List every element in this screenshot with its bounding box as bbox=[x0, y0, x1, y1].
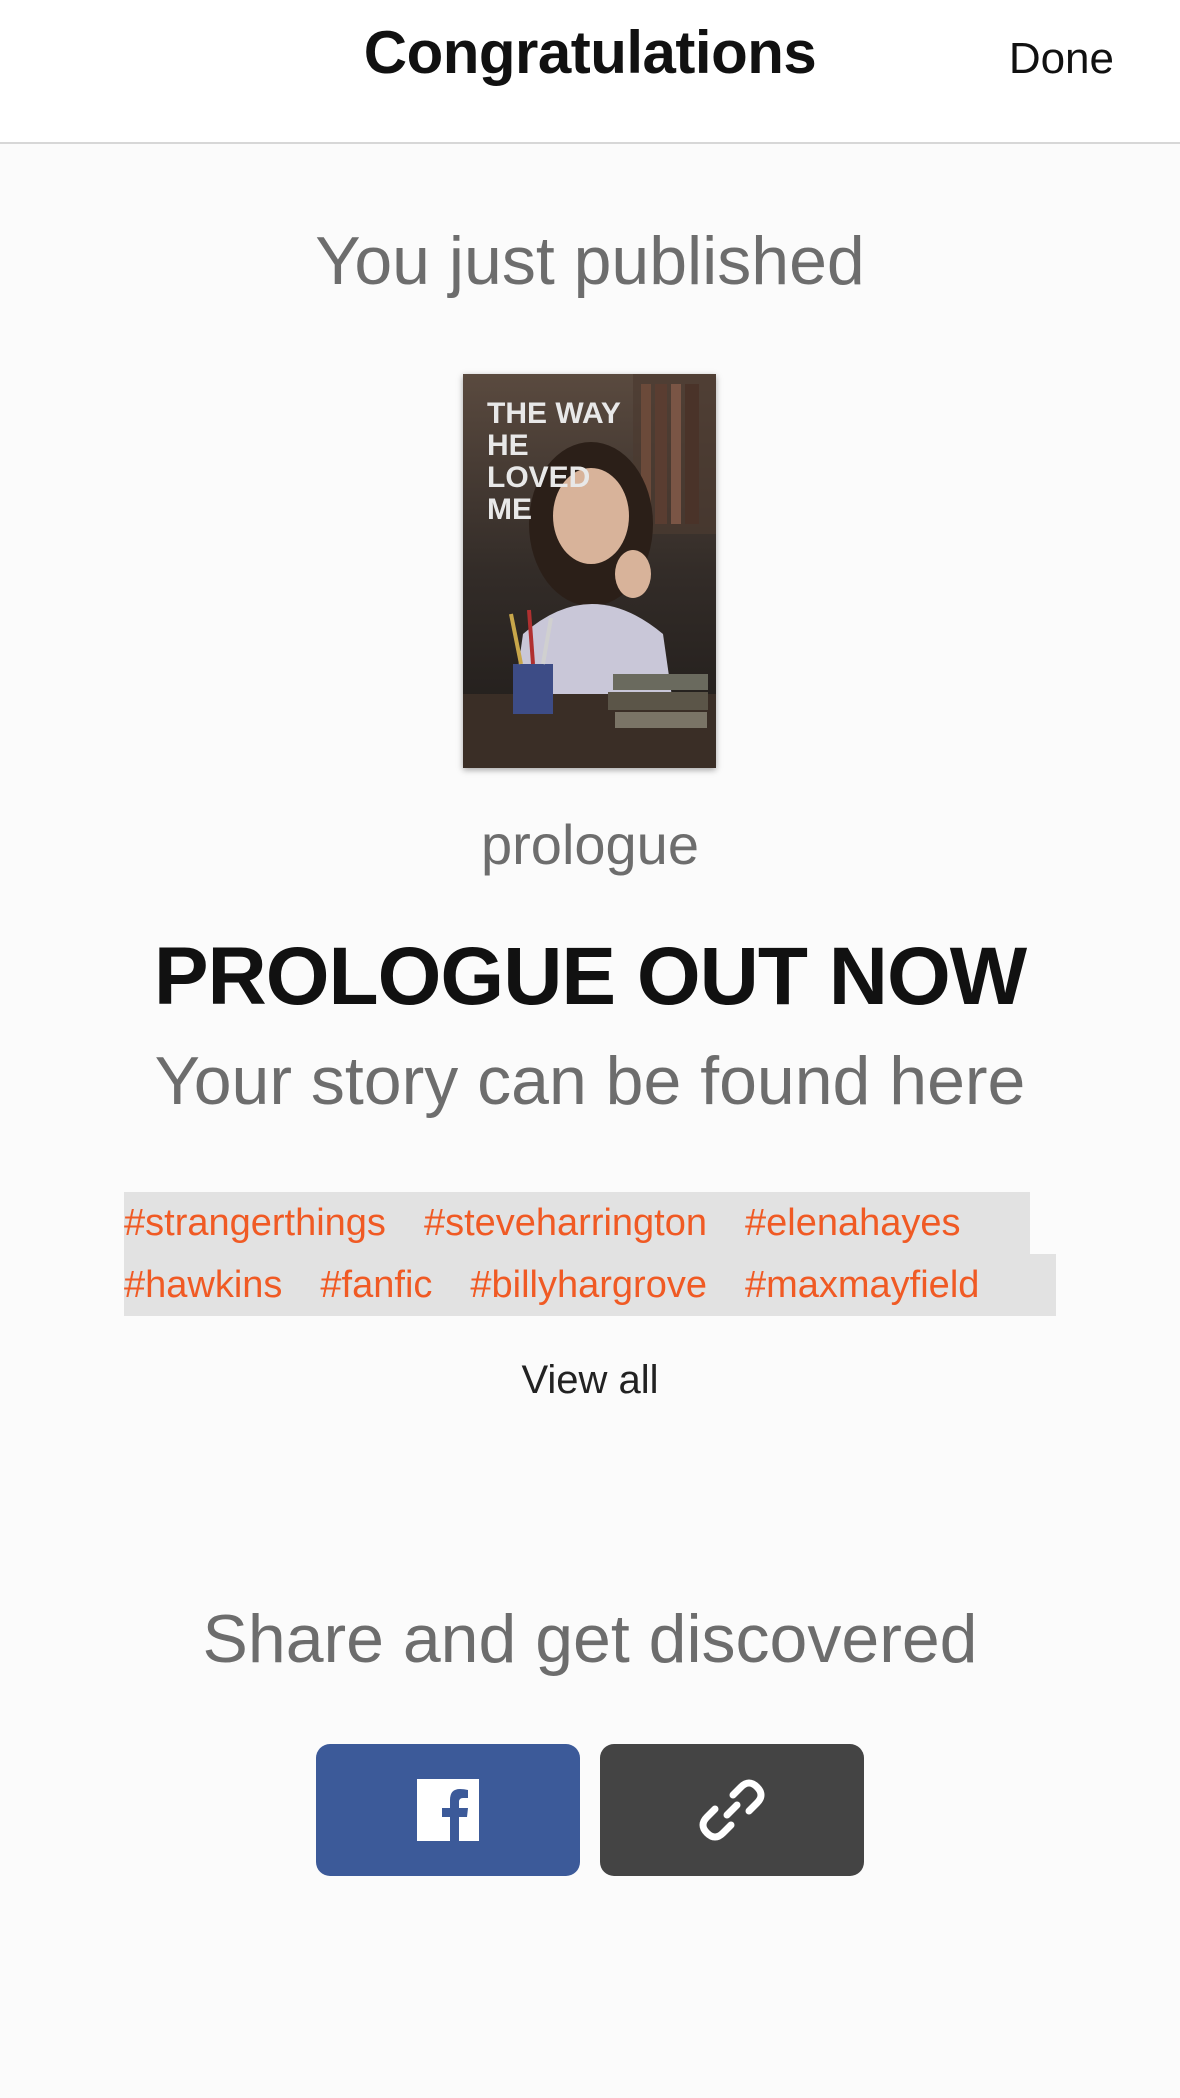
tag-item[interactable]: #elenahayes bbox=[745, 1202, 961, 1245]
share-label: Share and get discovered bbox=[202, 1601, 978, 1677]
published-label: You just published bbox=[315, 223, 865, 299]
page-title: Congratulations bbox=[363, 19, 817, 86]
tag-item[interactable]: #fanfic bbox=[320, 1264, 432, 1307]
tag-list: #strangerthings #steveharrington #elenah… bbox=[124, 1192, 1056, 1316]
view-all-link[interactable]: View all bbox=[0, 1358, 1180, 1403]
tag-item[interactable]: #steveharrington bbox=[424, 1202, 707, 1245]
copy-link-button[interactable] bbox=[600, 1744, 864, 1876]
tag-row: #strangerthings #steveharrington #elenah… bbox=[124, 1192, 1030, 1254]
top-bar: Congratulations Done bbox=[0, 0, 1180, 144]
part-title: prologue bbox=[481, 813, 699, 876]
tag-item[interactable]: #billyhargrove bbox=[470, 1264, 707, 1307]
link-icon bbox=[699, 1779, 765, 1841]
found-label: Your story can be found here bbox=[154, 1043, 1026, 1119]
tag-item[interactable]: #hawkins bbox=[124, 1264, 282, 1307]
done-button[interactable]: Done bbox=[1009, 34, 1114, 84]
story-headline: PROLOGUE OUT NOW bbox=[153, 931, 1027, 1022]
cover-title-text: THE WAY HE LOVED ME bbox=[487, 397, 621, 526]
story-cover-image: THE WAY HE LOVED ME bbox=[463, 374, 716, 768]
tag-row: #hawkins #fanfic #billyhargrove #maxmayf… bbox=[124, 1254, 1056, 1316]
tag-item[interactable]: #maxmayfield bbox=[745, 1264, 979, 1307]
tag-item[interactable]: #strangerthings bbox=[124, 1202, 386, 1245]
share-buttons bbox=[316, 1744, 864, 1876]
facebook-icon bbox=[417, 1779, 479, 1841]
facebook-share-button[interactable] bbox=[316, 1744, 580, 1876]
